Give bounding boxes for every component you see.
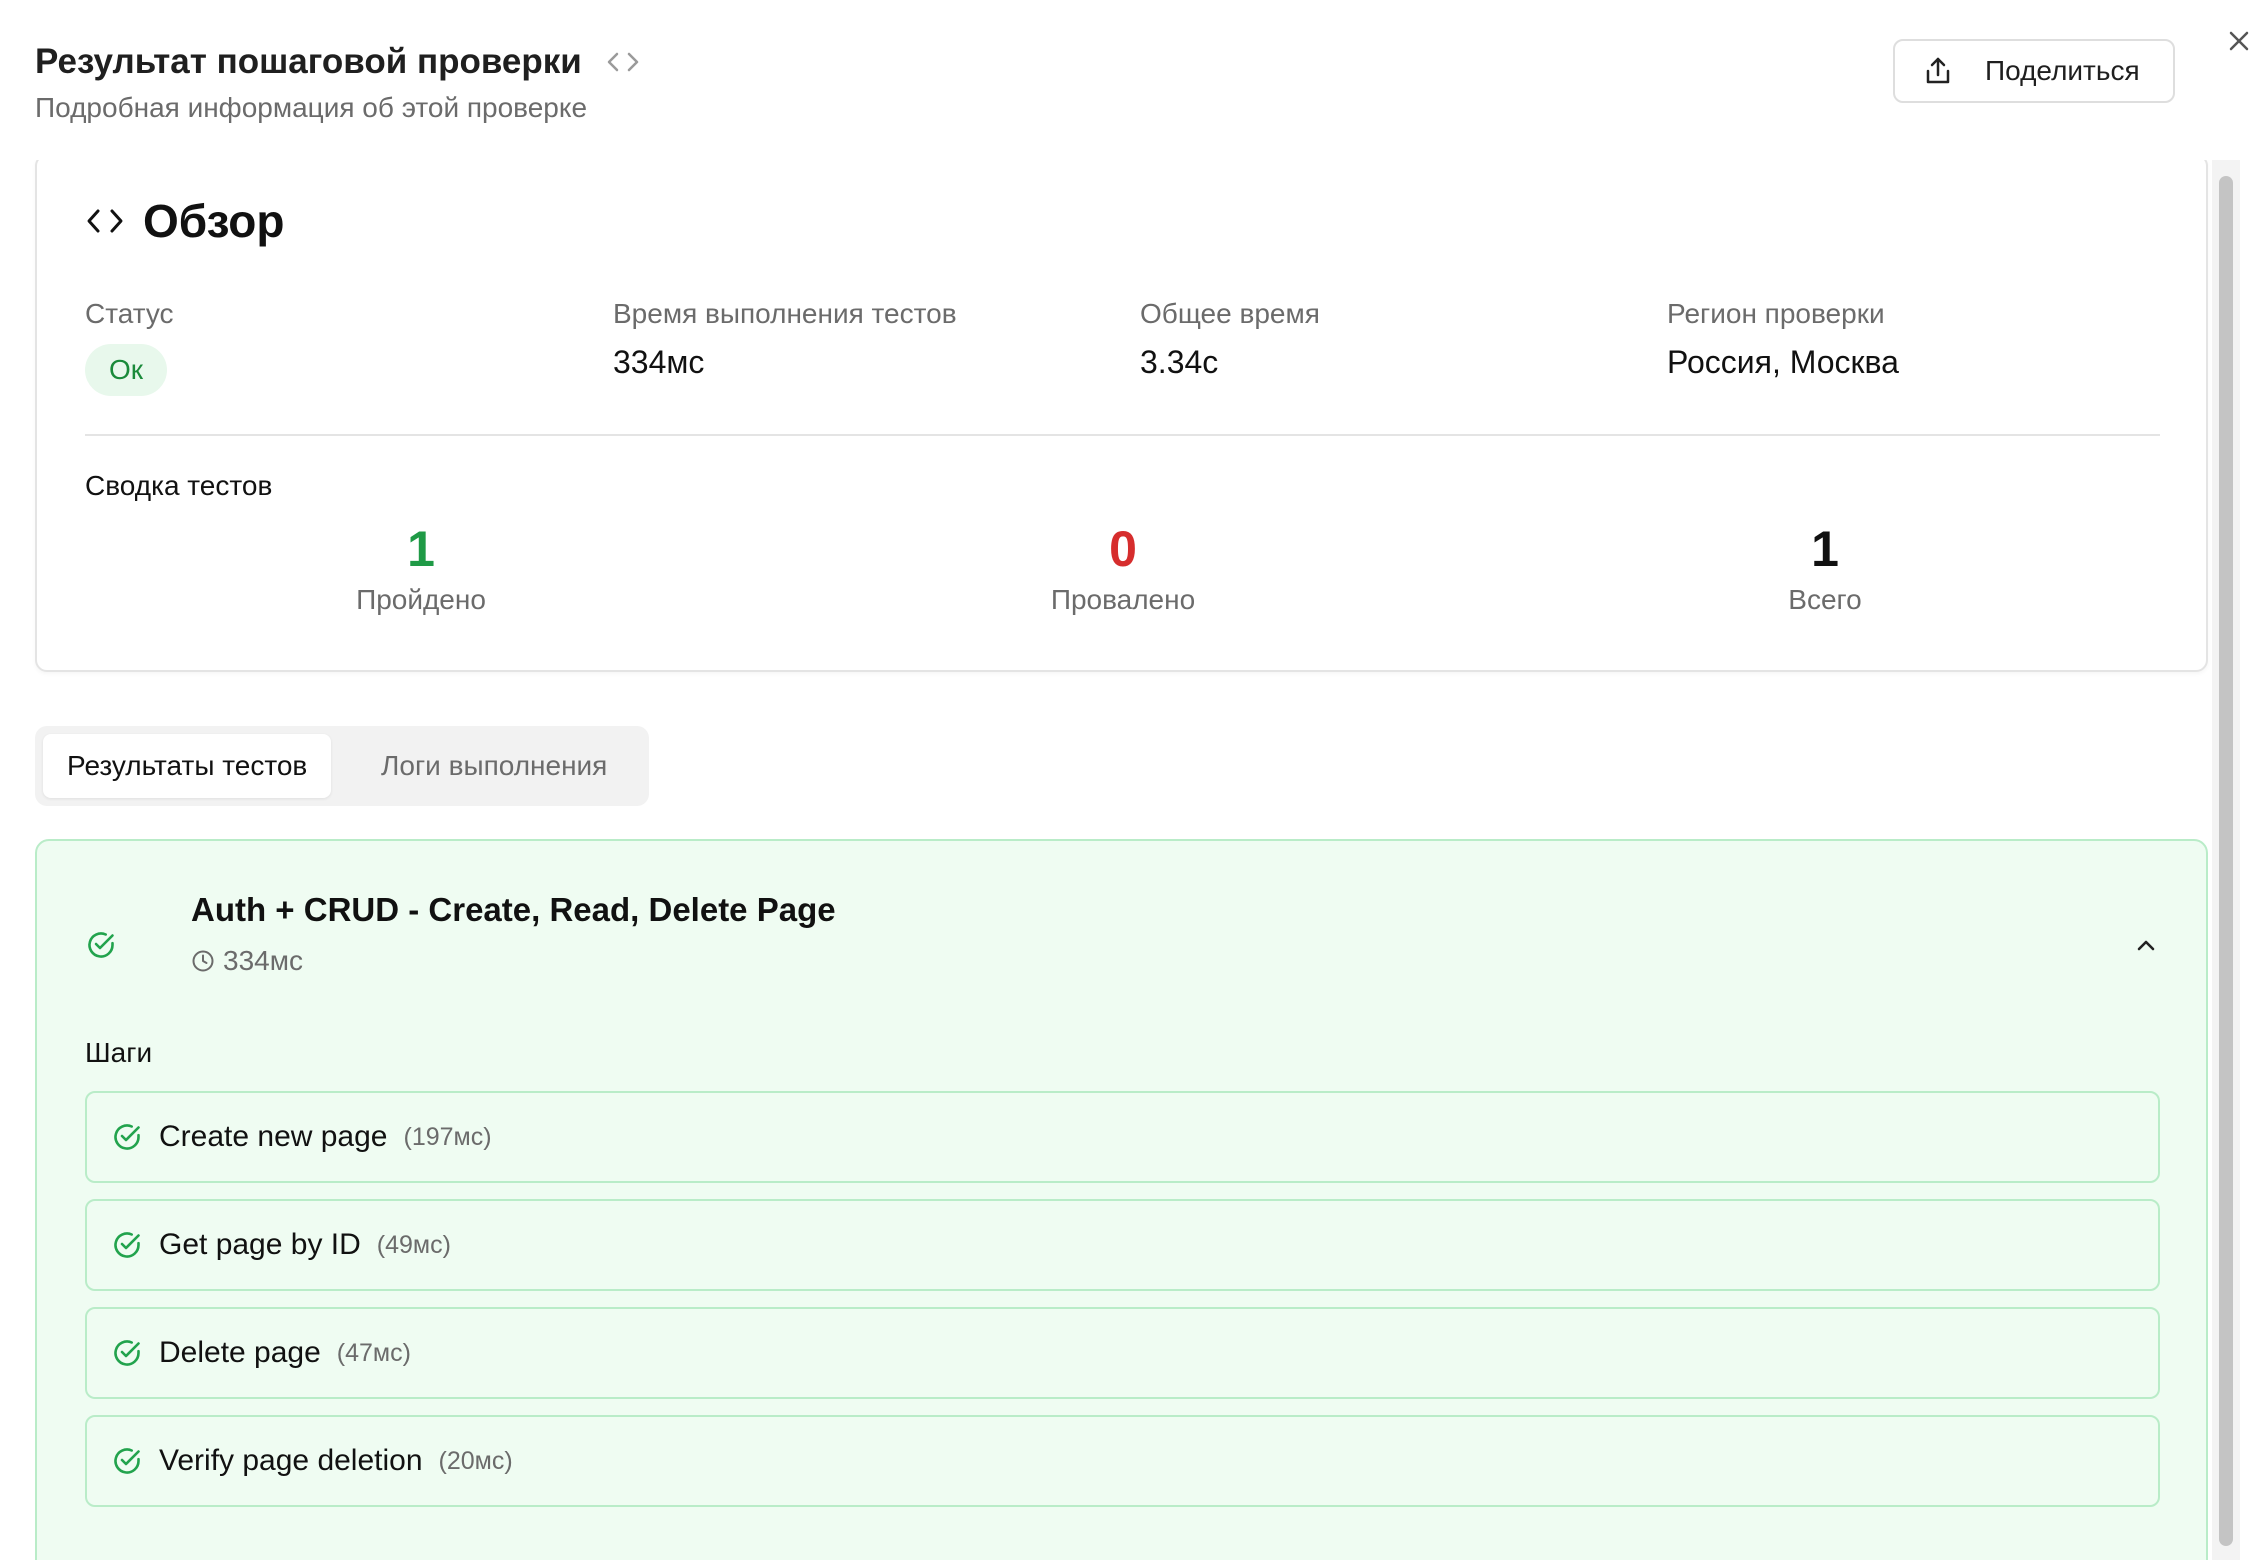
dialog-content[interactable]: Обзор Статус Ок Время выполнения тестов … [0,160,2268,1560]
stat-passed-value: 1 [407,521,435,577]
test-time-value: 334мс [613,344,705,380]
list-item: Get page by ID (49мс) [85,1199,2160,1291]
stat-total: 1 Всего [1625,520,2025,616]
test-time-label: Время выполнения тестов [613,298,957,329]
stat-total-label: Всего [1788,584,1862,615]
check-circle-icon [114,1448,140,1474]
status-badge: Ок [85,344,168,396]
check-circle-icon [88,932,114,958]
step-time: (197мс) [403,1122,492,1151]
dialog-subtitle: Подробная информация об этой проверке [35,92,588,123]
step-time: (20мс) [438,1446,513,1475]
region-field: Регион проверки Россия, Москва [1667,298,1899,381]
step-time: (47мс) [336,1338,411,1367]
list-item: Verify page deletion (20мс) [85,1415,2160,1507]
test-name: Auth + CRUD - Create, Read, Delete Page [191,891,836,928]
step-name: Delete page [159,1336,321,1369]
close-button[interactable] [2222,24,2256,58]
chevron-up-icon[interactable] [2130,929,2162,961]
dialog-title: Результат пошаговой проверки [35,42,582,81]
divider [85,434,2160,436]
check-circle-icon [114,1232,140,1258]
steps-list: Create new page (197мс) Get page by ID (… [85,1091,2160,1523]
list-item: Create new page (197мс) [85,1091,2160,1183]
tab-test-results[interactable]: Результаты тестов [43,734,332,798]
share-button-label: Поделиться [1985,55,2140,86]
overview-title: Обзор [143,195,285,247]
tab-execution-logs[interactable]: Логи выполнения [357,734,631,798]
tab-bar: Результаты тестов Логи выполнения [35,726,649,806]
close-icon [2229,31,2249,51]
total-time-field: Общее время 3.34с [1140,298,1320,381]
steps-title: Шаги [85,1037,153,1068]
region-label: Регион проверки [1667,298,1885,329]
share-icon [1926,57,1950,84]
stat-total-value: 1 [1811,521,1839,577]
clock-icon [192,950,214,972]
stat-passed: 1 Пройдено [221,520,621,616]
code-icon [87,209,123,233]
title-row: Результат пошаговой проверки [35,42,640,82]
test-duration: 334мс [191,945,303,977]
check-circle-icon [114,1340,140,1366]
test-time-field: Время выполнения тестов 334мс [613,298,957,381]
stat-failed-value: 0 [1109,521,1137,577]
stat-passed-label: Пройдено [356,584,486,615]
overview-heading: Обзор [85,194,285,248]
dialog-header: Результат пошаговой проверки Подробная и… [0,0,2268,160]
code-icon [607,52,639,72]
total-time-label: Общее время [1140,298,1320,329]
share-button[interactable]: Поделиться [1893,39,2175,103]
check-circle-icon [114,1124,140,1150]
status-field: Статус Ок [85,298,174,396]
step-time: (49мс) [376,1230,451,1259]
status-label: Статус [85,298,174,329]
step-name: Get page by ID [159,1228,361,1261]
step-name: Create new page [159,1120,388,1153]
region-value: Россия, Москва [1667,344,1899,380]
list-item: Delete page (47мс) [85,1307,2160,1399]
stat-failed-label: Провалено [1050,584,1196,615]
overview-card: Обзор Статус Ок Время выполнения тестов … [35,160,2208,672]
scrollbar-thumb[interactable] [2219,176,2233,1546]
step-name: Verify page deletion [159,1444,423,1477]
stat-failed: 0 Провалено [923,520,1323,616]
test-duration-value: 334мс [223,945,303,976]
summary-title: Сводка тестов [85,470,273,501]
test-result-card: Auth + CRUD - Create, Read, Delete Page … [35,839,2208,1560]
total-time-value: 3.34с [1140,344,1219,380]
